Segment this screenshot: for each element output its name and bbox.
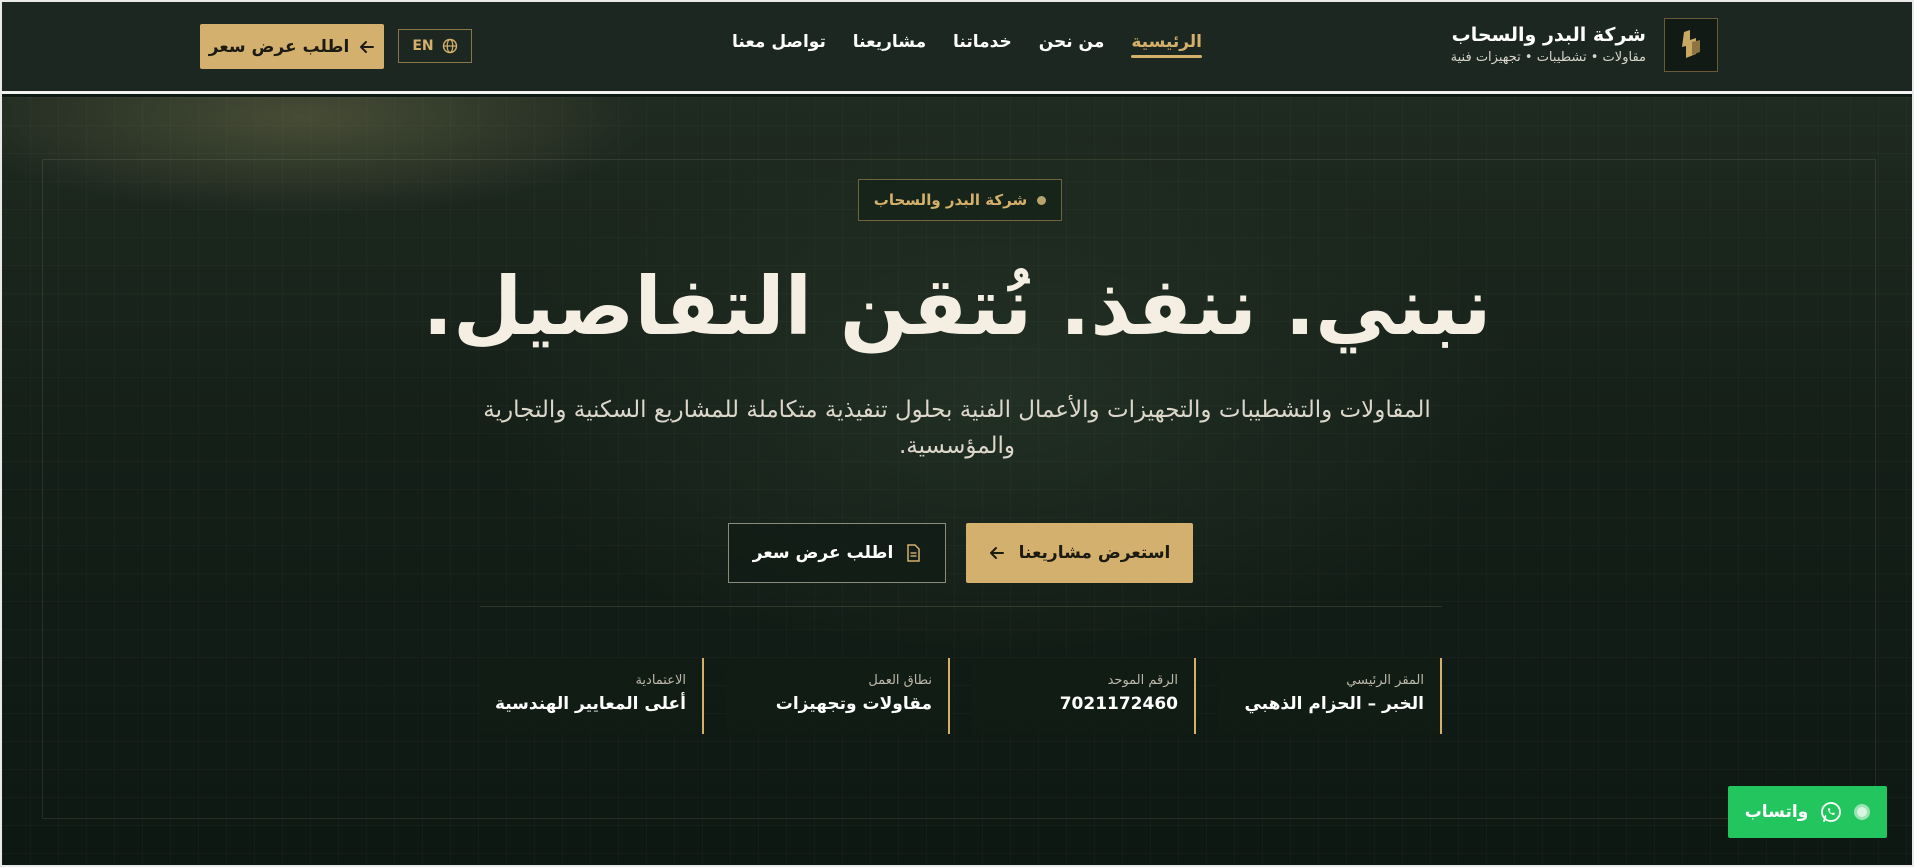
request-quote-button[interactable]: اطلب عرض سعر <box>200 24 384 69</box>
hero-section: شركة البدر والسحاب نبني. ننفذ. نُتقن الت… <box>2 97 1912 865</box>
stat-value: الخبر – الحزام الذهبي <box>1244 694 1424 714</box>
arrow-left-icon <box>989 547 1004 559</box>
online-dot-icon <box>1854 804 1871 820</box>
hero-divider <box>480 606 1442 607</box>
stats-row: المقر الرئيسي الخبر – الحزام الذهبي الرق… <box>480 658 1442 734</box>
logo <box>1664 18 1718 72</box>
document-icon <box>907 544 921 562</box>
brand-tagline: مقاولات • تشطيبات • تجهيزات فنية <box>1450 50 1646 65</box>
site-header: شركة البدر والسحاب مقاولات • تشطيبات • ت… <box>2 2 1912 94</box>
globe-icon <box>442 38 457 54</box>
stat-headquarters: المقر الرئيسي الخبر – الحزام الذهبي <box>1218 658 1442 734</box>
hero-headline: نبني. ننفذ. نُتقن التفاصيل. <box>422 260 1492 353</box>
nav-services[interactable]: خدماتنا <box>953 32 1012 58</box>
view-projects-label: استعرض مشاريعنا <box>1018 543 1171 563</box>
stat-label: الاعتمادية <box>635 673 686 688</box>
hero-badge-label: شركة البدر والسحاب <box>873 191 1028 209</box>
main-nav: الرئيسية من نحن خدماتنا مشاريعنا تواصل م… <box>732 32 1202 58</box>
nav-home[interactable]: الرئيسية <box>1131 32 1202 58</box>
language-label: EN <box>412 38 434 54</box>
whatsapp-icon <box>1821 802 1842 822</box>
hero-request-quote-label: اطلب عرض سعر <box>752 543 894 563</box>
brand[interactable]: شركة البدر والسحاب مقاولات • تشطيبات • ت… <box>1451 18 1718 72</box>
stat-label: نطاق العمل <box>868 673 932 688</box>
stat-label: الرقم الموحد <box>1107 673 1178 688</box>
whatsapp-label: واتساب <box>1744 802 1809 822</box>
stat-value: مقاولات وتجهيزات <box>775 694 932 714</box>
whatsapp-button[interactable]: واتساب <box>1728 786 1887 838</box>
hero-request-quote-button[interactable]: اطلب عرض سعر <box>728 523 946 583</box>
nav-contact[interactable]: تواصل معنا <box>732 32 826 58</box>
nav-projects[interactable]: مشاريعنا <box>853 32 926 58</box>
stat-scope: نطاق العمل مقاولات وتجهيزات <box>726 658 950 734</box>
nav-about[interactable]: من نحن <box>1039 32 1105 58</box>
request-quote-label: اطلب عرض سعر <box>208 36 350 57</box>
page: شركة البدر والسحاب مقاولات • تشطيبات • ت… <box>0 0 1914 867</box>
stat-unified-number: الرقم الموحد 7021172460 <box>972 658 1196 734</box>
stat-reliability: الاعتمادية أعلى المعايير الهندسية <box>480 658 704 734</box>
hero-badge: شركة البدر والسحاب <box>858 179 1062 221</box>
badge-dot-icon <box>1037 195 1047 205</box>
stat-value: 7021172460 <box>1059 694 1178 714</box>
stat-value: أعلى المعايير الهندسية <box>494 694 686 714</box>
stat-label: المقر الرئيسي <box>1346 673 1424 688</box>
arrow-left-icon <box>360 40 375 53</box>
gold-logo-mark-icon <box>1682 30 1700 58</box>
view-projects-button[interactable]: استعرض مشاريعنا <box>966 523 1193 583</box>
language-switch-button[interactable]: EN <box>398 29 472 63</box>
brand-name: شركة البدر والسحاب <box>1451 24 1646 46</box>
hero-subline: المقاولات والتشطيبات والتجهيزات والأعمال… <box>483 397 1431 459</box>
